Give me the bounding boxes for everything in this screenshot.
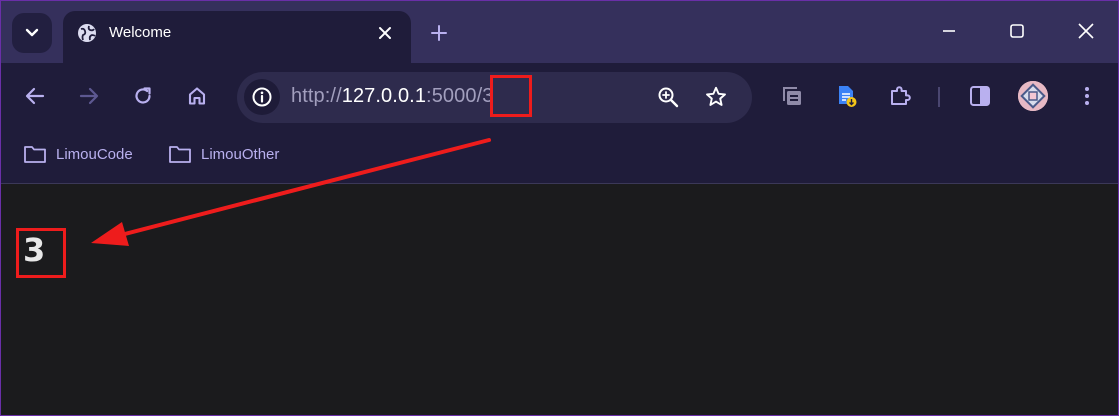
- bookmark-star-button[interactable]: [703, 84, 729, 110]
- plus-icon: [431, 25, 447, 41]
- star-icon: [706, 86, 726, 106]
- browser-window: Welcome http://127.0.0.1:5000/3 LimouCod…: [0, 0, 1119, 416]
- tab-title: Welcome: [109, 24, 172, 41]
- more-vertical-icon: [1085, 87, 1089, 105]
- avatar-icon: [1018, 81, 1048, 111]
- side-panel-button[interactable]: [967, 83, 993, 109]
- reload-button[interactable]: [130, 83, 156, 109]
- close-icon: [1078, 23, 1094, 39]
- menu-button[interactable]: [1074, 83, 1100, 109]
- arrow-left-icon: [25, 87, 45, 105]
- toolbar: http://127.0.0.1:5000/3: [1, 63, 1118, 129]
- bookmark-label: LimouOther: [201, 145, 280, 163]
- url-highlight-box: [490, 75, 532, 117]
- reload-icon: [135, 87, 151, 104]
- document-download-icon: [839, 86, 857, 107]
- chevron-down-icon: [25, 28, 39, 37]
- url-scheme: http://: [291, 85, 342, 107]
- content-highlight-box: [16, 228, 66, 278]
- home-icon: [188, 87, 206, 105]
- bookmark-label: LimouCode: [56, 145, 133, 163]
- minimize-icon: [943, 30, 955, 32]
- forward-button[interactable]: [76, 83, 102, 109]
- bookmark-limoucode[interactable]: LimouCode: [23, 143, 133, 165]
- folder-icon: [169, 146, 191, 163]
- close-icon: [379, 27, 391, 39]
- puzzle-icon: [891, 86, 911, 105]
- close-window-button[interactable]: [1074, 19, 1098, 43]
- zoom-button[interactable]: [655, 84, 681, 110]
- url-port-path: :5000/3: [426, 85, 494, 107]
- tab-groups-button[interactable]: [779, 83, 805, 109]
- new-tab-button[interactable]: [427, 21, 451, 45]
- url-host: 127.0.0.1: [341, 85, 427, 107]
- maximize-icon: [1010, 24, 1024, 38]
- tab-close-button[interactable]: [375, 23, 395, 43]
- minimize-button[interactable]: [937, 19, 961, 43]
- tab-strip: Welcome: [1, 1, 1118, 63]
- bookmark-limouother[interactable]: LimouOther: [168, 143, 279, 165]
- zoom-in-icon: [658, 87, 679, 108]
- back-button[interactable]: [22, 83, 48, 109]
- document-extension-button[interactable]: [833, 83, 859, 109]
- folder-icon: [24, 146, 46, 163]
- bookmarks-bar: LimouCode LimouOther: [1, 129, 1118, 184]
- page-content: 3: [1, 184, 1118, 415]
- stacked-windows-icon: [783, 87, 801, 105]
- maximize-button[interactable]: [1005, 19, 1029, 43]
- url-text[interactable]: http://127.0.0.1:5000/3: [291, 85, 493, 108]
- home-button[interactable]: [184, 83, 210, 109]
- toolbar-divider: [938, 87, 940, 107]
- extensions-button[interactable]: [887, 83, 913, 109]
- tab-search-button[interactable]: [12, 13, 52, 53]
- site-info-button[interactable]: [244, 79, 280, 115]
- side-panel-icon: [970, 86, 990, 106]
- arrow-right-icon: [79, 87, 99, 105]
- info-icon: [252, 87, 272, 107]
- globe-icon: [78, 24, 96, 42]
- tab-welcome[interactable]: Welcome: [63, 11, 411, 63]
- profile-avatar[interactable]: [1018, 81, 1048, 111]
